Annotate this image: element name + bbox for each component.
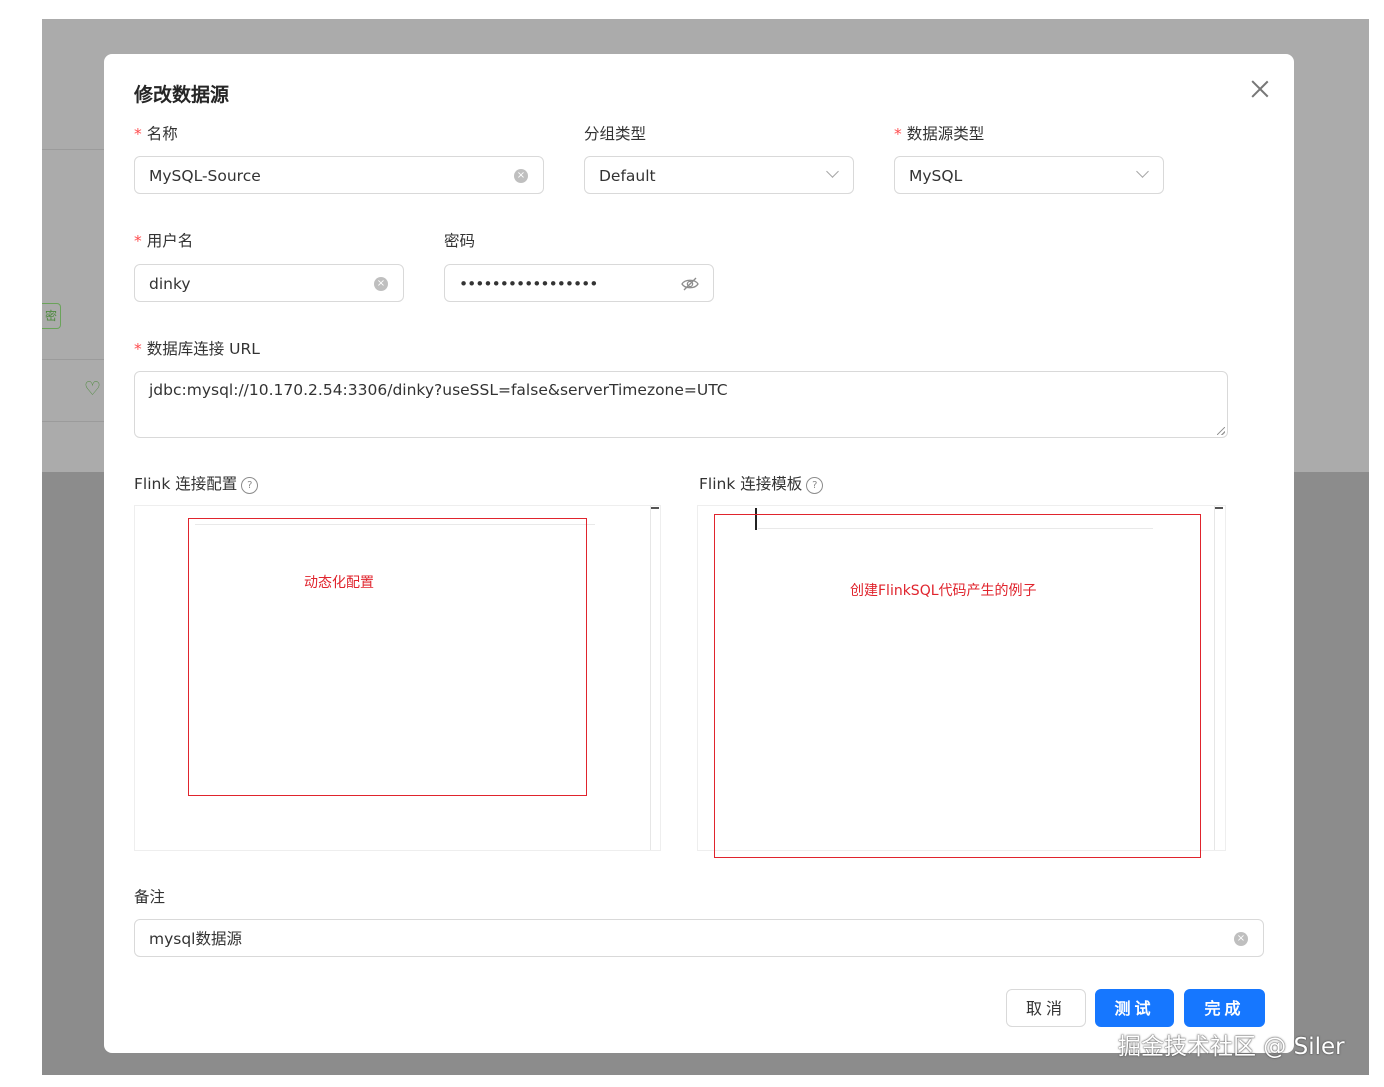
flink-config-label: Flink 连接配置? [134, 472, 259, 494]
datasource-type-value: MySQL [909, 167, 963, 185]
required-mark: * [134, 340, 142, 358]
heart-icon: ♡ [84, 378, 102, 400]
test-button[interactable]: 测试 [1095, 989, 1174, 1027]
password-value: ••••••••••••••••• [459, 275, 598, 293]
name-value: MySQL-Source [149, 167, 261, 185]
question-circle-icon[interactable]: ? [806, 477, 824, 494]
chevron-down-icon [826, 165, 839, 178]
username-input[interactable]: dinky [134, 264, 404, 302]
clear-icon[interactable] [514, 169, 528, 183]
required-mark: * [134, 125, 142, 143]
editor-scroll-marker [1215, 507, 1223, 509]
background-divider [42, 149, 112, 150]
annotation-box [714, 514, 1201, 858]
name-label: * 名称 [134, 125, 178, 143]
editor-scrollbar[interactable] [650, 506, 651, 850]
annotation-box [188, 518, 587, 796]
question-circle-icon[interactable]: ? [241, 477, 259, 494]
annotation-text: 创建FlinkSQL代码产生的例子 [850, 583, 1037, 599]
required-mark: * [134, 232, 142, 250]
chevron-down-icon [1136, 165, 1149, 178]
background-status-tag: 密 [42, 303, 61, 329]
note-label: 备注 [134, 888, 166, 906]
annotation-text: 动态化配置 [304, 575, 374, 591]
background-divider [42, 421, 112, 422]
password-input[interactable]: ••••••••••••••••• [444, 264, 714, 302]
note-value: mysql数据源 [149, 930, 242, 948]
datasource-type-label: * 数据源类型 [894, 125, 985, 143]
editor-scrollbar[interactable] [1214, 506, 1215, 850]
flink-config-editor[interactable]: 动态化配置 [134, 505, 661, 851]
group-type-label: 分组类型 [584, 125, 647, 143]
flink-template-editor[interactable]: 创建FlinkSQL代码产生的例子 [697, 505, 1226, 858]
group-type-select[interactable]: Default [584, 156, 854, 194]
datasource-type-select[interactable]: MySQL [894, 156, 1164, 194]
eye-invisible-icon[interactable] [681, 276, 699, 292]
group-type-value: Default [599, 167, 656, 185]
resize-handle[interactable] [1217, 427, 1225, 435]
name-input[interactable]: MySQL-Source [134, 156, 544, 194]
editor-scroll-marker [651, 507, 659, 509]
finish-button[interactable]: 完成 [1184, 989, 1265, 1027]
username-label: * 用户名 [134, 232, 194, 250]
modal-title: 修改数据源 [134, 84, 230, 106]
background-divider [42, 359, 112, 360]
close-icon[interactable] [1247, 76, 1273, 102]
flink-template-label: Flink 连接模板? [699, 472, 824, 494]
clear-icon[interactable] [374, 277, 388, 291]
cancel-button[interactable]: 取消 [1006, 989, 1086, 1027]
url-label: * 数据库连接 URL [134, 340, 260, 358]
required-mark: * [894, 125, 902, 143]
username-value: dinky [149, 275, 191, 293]
watermark: 掘金技术社区 @ Siler [1118, 1034, 1345, 1060]
note-input[interactable]: mysql数据源 [134, 919, 1264, 957]
password-label: 密码 [444, 232, 476, 250]
edit-datasource-modal: 修改数据源 *名称 MySQL-Source 分组类型 Default *数据源… [104, 54, 1294, 1053]
clear-icon[interactable] [1234, 932, 1248, 946]
url-value: jdbc:mysql://10.170.2.54:3306/dinky?useS… [149, 381, 728, 399]
url-textarea[interactable]: jdbc:mysql://10.170.2.54:3306/dinky?useS… [134, 371, 1228, 438]
